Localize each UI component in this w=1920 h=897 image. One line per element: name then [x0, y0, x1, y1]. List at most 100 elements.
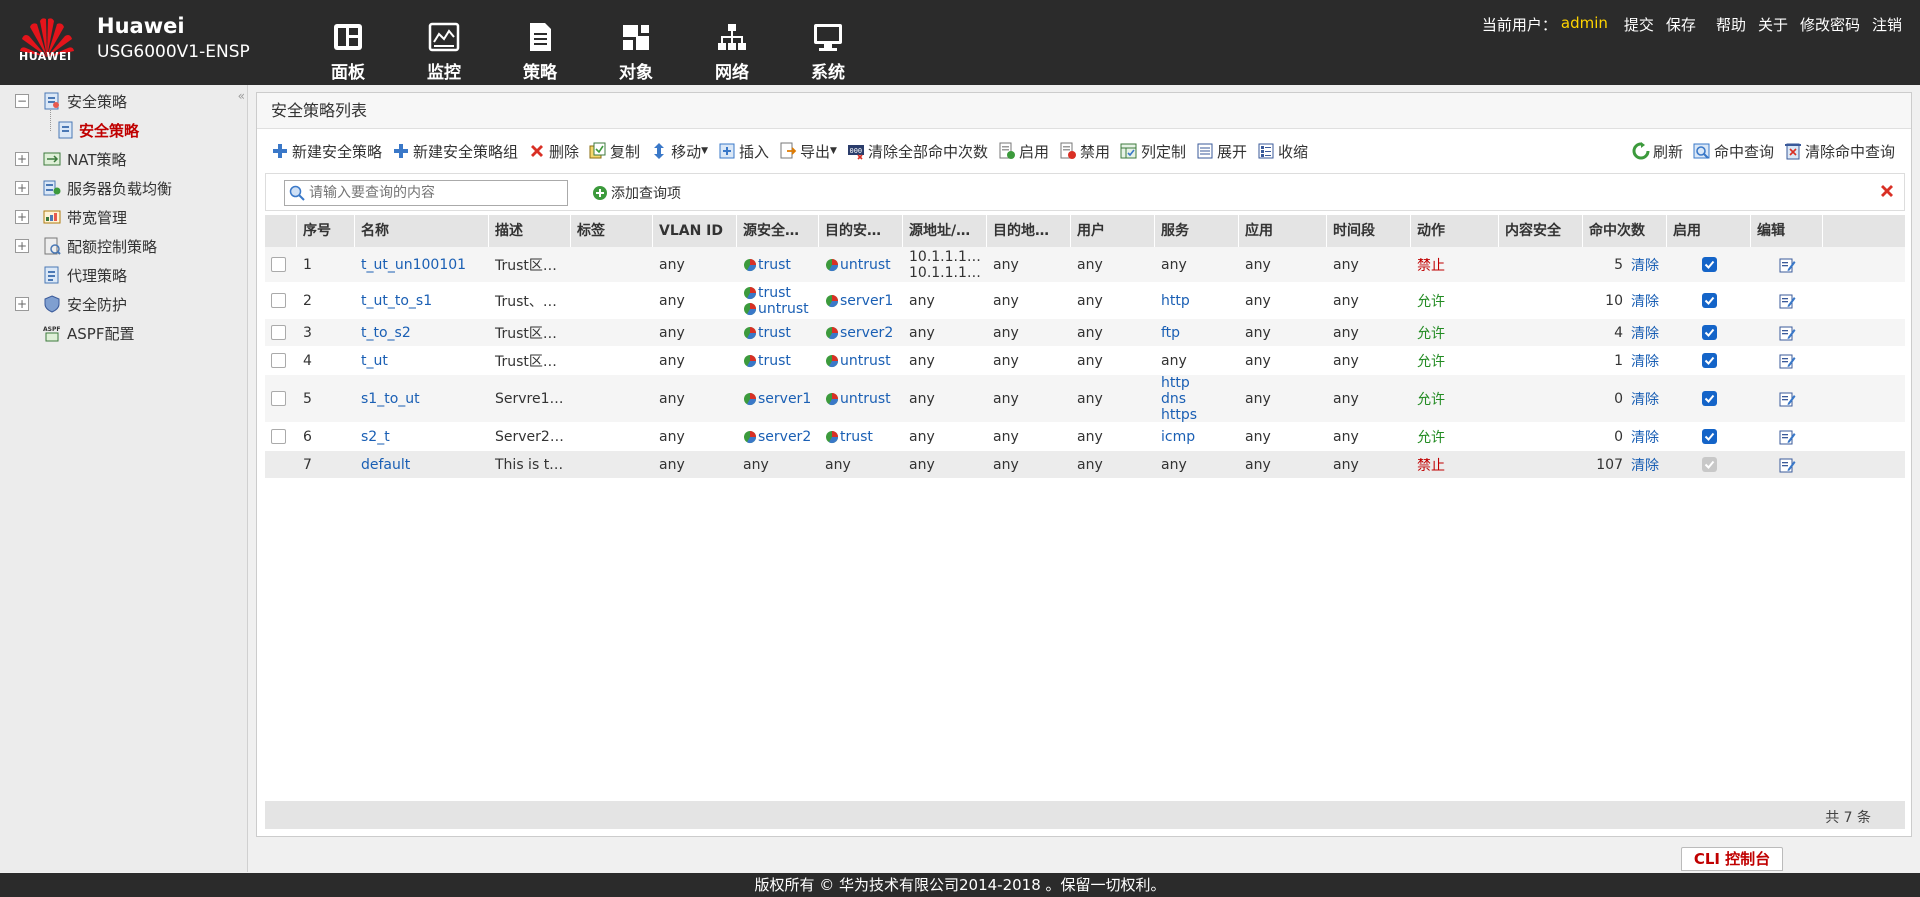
- change-password-link[interactable]: 修改密码: [1800, 14, 1860, 35]
- expand-button[interactable]: 展开: [1196, 141, 1247, 162]
- search-input[interactable]: [309, 181, 559, 205]
- row-select-checkbox[interactable]: [271, 293, 286, 308]
- policy-name-link[interactable]: t_to_s2: [361, 325, 411, 341]
- move-button[interactable]: 移动 ▼: [650, 141, 708, 162]
- service-value[interactable]: http: [1161, 293, 1190, 309]
- delete-button[interactable]: 删除: [528, 141, 579, 162]
- new-policy-group-button[interactable]: 新建安全策略组: [392, 141, 518, 162]
- edit-icon[interactable]: [1778, 428, 1796, 446]
- clear-hits-link[interactable]: 清除: [1631, 392, 1659, 408]
- nav-monitor[interactable]: 监控: [396, 0, 492, 85]
- zone-link[interactable]: untrust: [825, 391, 891, 407]
- sidebar-item-security-policy[interactable]: 安全策略: [0, 118, 139, 142]
- nav-dashboard[interactable]: 面板: [300, 0, 396, 85]
- row-select-checkbox[interactable]: [271, 325, 286, 340]
- zone-link[interactable]: trust: [743, 325, 791, 341]
- expand-icon[interactable]: +: [15, 210, 29, 224]
- zone-link[interactable]: untrust: [743, 301, 809, 317]
- collapse-button[interactable]: 收缩: [1257, 141, 1308, 162]
- close-icon[interactable]: [1878, 182, 1896, 200]
- policy-name-link[interactable]: t_ut_to_s1: [361, 293, 432, 309]
- zone-link[interactable]: server1: [825, 293, 893, 309]
- sidebar-item-quota-control[interactable]: + 配额控制策略: [0, 234, 157, 258]
- nav-policy[interactable]: 策略: [492, 0, 588, 85]
- expand-icon[interactable]: +: [15, 239, 29, 253]
- policy-name-link[interactable]: s1_to_ut: [361, 391, 420, 407]
- clear-hits-link[interactable]: 清除: [1631, 458, 1659, 474]
- enable-checkbox[interactable]: [1701, 293, 1717, 308]
- zone-link[interactable]: trust: [743, 353, 791, 369]
- expand-icon[interactable]: +: [15, 297, 29, 311]
- row-select-checkbox[interactable]: [271, 429, 286, 444]
- add-query-button[interactable]: 添加查询项: [592, 183, 681, 203]
- zone-link[interactable]: trust: [743, 257, 791, 273]
- sidebar-item-security-policy-group[interactable]: − 安全策略: [0, 89, 127, 113]
- logout-link[interactable]: 注销: [1872, 14, 1902, 35]
- nav-object[interactable]: 对象: [588, 0, 684, 85]
- clear-hit-query-button[interactable]: 清除命中查询: [1784, 141, 1895, 162]
- collapse-sidebar-icon[interactable]: «: [238, 89, 245, 103]
- table-row[interactable]: 4 t_ut Trust区… any trust untrust any any any any a…: [265, 347, 1905, 375]
- edit-icon[interactable]: [1778, 456, 1796, 474]
- sidebar-item-security-protection[interactable]: + 安全防护: [0, 292, 127, 316]
- row-select-checkbox[interactable]: [271, 353, 286, 368]
- sidebar-item-server-load-balance[interactable]: + 服务器负载均衡: [0, 176, 172, 200]
- sidebar-item-aspf[interactable]: ASPF ASPF配置: [0, 321, 134, 345]
- edit-icon[interactable]: [1778, 292, 1796, 310]
- table-row[interactable]: 6 s2_t Server2… any server2 trust any any any icm…: [265, 423, 1905, 451]
- enable-checkbox[interactable]: [1701, 325, 1717, 340]
- new-policy-button[interactable]: 新建安全策略: [271, 141, 382, 162]
- enable-checkbox[interactable]: [1701, 391, 1717, 406]
- edit-icon[interactable]: [1778, 390, 1796, 408]
- service-value[interactable]: icmp: [1161, 429, 1195, 445]
- refresh-button[interactable]: 刷新: [1632, 141, 1683, 162]
- edit-icon[interactable]: [1778, 324, 1796, 342]
- nav-system[interactable]: 系统: [780, 0, 876, 85]
- row-select-checkbox[interactable]: [271, 257, 286, 272]
- collapse-icon[interactable]: −: [15, 94, 29, 108]
- enable-button[interactable]: 启用: [998, 141, 1049, 162]
- zone-link[interactable]: trust: [825, 429, 873, 445]
- help-link[interactable]: 帮助: [1716, 14, 1746, 35]
- about-link[interactable]: 关于: [1758, 14, 1788, 35]
- sidebar-item-proxy-policy[interactable]: 代理策略: [0, 263, 127, 287]
- table-row[interactable]: 1 t_ut_un100101 Trust区… any trust untrust 10.1…: [265, 247, 1905, 283]
- row-select-checkbox[interactable]: [271, 391, 286, 406]
- clear-hits-link[interactable]: 清除: [1631, 354, 1659, 370]
- service-value[interactable]: https: [1161, 407, 1197, 423]
- service-value[interactable]: dns: [1161, 391, 1186, 407]
- expand-icon[interactable]: +: [15, 181, 29, 195]
- submit-link[interactable]: 提交: [1624, 14, 1654, 35]
- clear-hits-link[interactable]: 清除: [1631, 326, 1659, 342]
- table-row[interactable]: 5 s1_to_ut Servre1… any server1 untrust any any…: [265, 375, 1905, 423]
- table-row[interactable]: 7 default This is t… any any any any any any any a…: [265, 451, 1905, 479]
- zone-link[interactable]: server1: [743, 391, 811, 407]
- table-row[interactable]: 3 t_to_s2 Trust区… any trust server2 any any any f…: [265, 319, 1905, 347]
- expand-icon[interactable]: +: [15, 152, 29, 166]
- policy-name-link[interactable]: default: [361, 457, 410, 473]
- policy-name-link[interactable]: t_ut: [361, 353, 388, 369]
- customize-columns-button[interactable]: 列定制: [1120, 141, 1186, 162]
- zone-link[interactable]: server2: [743, 429, 811, 445]
- enable-checkbox[interactable]: [1701, 429, 1717, 444]
- clear-hits-link[interactable]: 清除: [1631, 258, 1659, 274]
- save-link[interactable]: 保存: [1666, 14, 1696, 35]
- enable-checkbox[interactable]: [1701, 353, 1717, 368]
- edit-icon[interactable]: [1778, 352, 1796, 370]
- copy-button[interactable]: 复制: [589, 141, 640, 162]
- policy-name-link[interactable]: s2_t: [361, 429, 390, 445]
- clear-hits-link[interactable]: 清除: [1631, 430, 1659, 446]
- nav-network[interactable]: 网络: [684, 0, 780, 85]
- table-row[interactable]: 2 t_ut_to_s1 Trust、… any trust untrust server1…: [265, 283, 1905, 319]
- service-value[interactable]: ftp: [1161, 325, 1180, 341]
- insert-button[interactable]: 插入: [718, 141, 769, 162]
- disable-button[interactable]: 禁用: [1059, 141, 1110, 162]
- policy-name-link[interactable]: t_ut_un100101: [361, 257, 466, 273]
- sidebar-item-nat-policy[interactable]: + NAT策略: [0, 147, 126, 171]
- hit-query-button[interactable]: 命中查询: [1693, 141, 1774, 162]
- zone-link[interactable]: untrust: [825, 353, 891, 369]
- clear-all-hits-button[interactable]: 000 清除全部命中次数: [847, 141, 988, 162]
- export-button[interactable]: 导出 ▼: [779, 141, 837, 162]
- enable-checkbox[interactable]: [1701, 257, 1717, 272]
- zone-link[interactable]: untrust: [825, 257, 891, 273]
